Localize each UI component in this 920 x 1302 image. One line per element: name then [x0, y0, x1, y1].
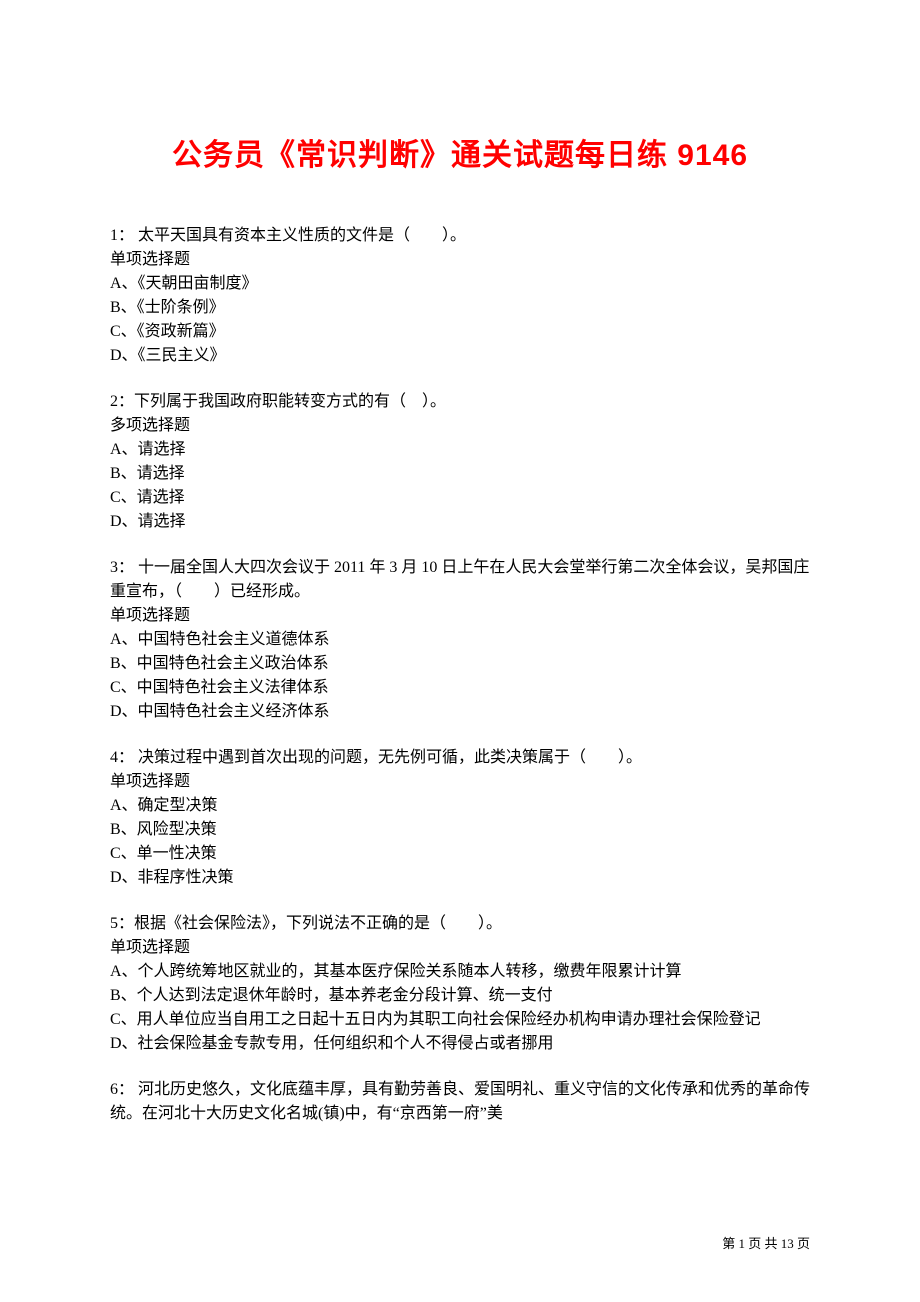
question-block: 1： 太平天国具有资本主义性质的文件是（ ）。 单项选择题 A、《天朝田亩制度》… [110, 224, 810, 368]
option-a: A、个人跨统筹地区就业的，其基本医疗保险关系随本人转移，缴费年限累计计算 [110, 960, 810, 984]
question-prompt: 2：下列属于我国政府职能转变方式的有（ ）。 [110, 390, 810, 414]
question-block: 5：根据《社会保险法》，下列说法不正确的是（ ）。 单项选择题 A、个人跨统筹地… [110, 912, 810, 1056]
option-c: C、《资政新篇》 [110, 320, 810, 344]
option-b: B、中国特色社会主义政治体系 [110, 652, 810, 676]
option-a: A、确定型决策 [110, 794, 810, 818]
question-type: 单项选择题 [110, 248, 810, 272]
page-footer: 第 1 页 共 13 页 [722, 1233, 810, 1252]
question-type: 多项选择题 [110, 414, 810, 438]
question-block: 3： 十一届全国人大四次会议于 2011 年 3 月 10 日上午在人民大会堂举… [110, 556, 810, 724]
option-d: D、请选择 [110, 510, 810, 534]
option-a: A、中国特色社会主义道德体系 [110, 628, 810, 652]
question-prompt: 4： 决策过程中遇到首次出现的问题，无先例可循，此类决策属于（ ）。 [110, 746, 810, 770]
question-type: 单项选择题 [110, 604, 810, 628]
question-block: 2：下列属于我国政府职能转变方式的有（ ）。 多项选择题 A、请选择 B、请选择… [110, 390, 810, 534]
footer-prefix: 第 [722, 1236, 738, 1251]
total-pages: 13 [781, 1236, 794, 1251]
option-d: D、《三民主义》 [110, 344, 810, 368]
option-b: B、请选择 [110, 462, 810, 486]
option-d: D、中国特色社会主义经济体系 [110, 700, 810, 724]
question-type: 单项选择题 [110, 770, 810, 794]
question-prompt: 1： 太平天国具有资本主义性质的文件是（ ）。 [110, 224, 810, 248]
option-b: B、个人达到法定退休年龄时，基本养老金分段计算、统一支付 [110, 984, 810, 1008]
option-a: A、请选择 [110, 438, 810, 462]
option-c: C、单一性决策 [110, 842, 810, 866]
option-c: C、中国特色社会主义法律体系 [110, 676, 810, 700]
option-d: D、非程序性决策 [110, 866, 810, 890]
option-c: C、用人单位应当自用工之日起十五日内为其职工向社会保险经办机构申请办理社会保险登… [110, 1008, 810, 1032]
footer-suffix: 页 [794, 1236, 810, 1251]
question-type: 单项选择题 [110, 936, 810, 960]
option-a: A、《天朝田亩制度》 [110, 272, 810, 296]
footer-middle: 页 共 [745, 1236, 781, 1251]
option-c: C、请选择 [110, 486, 810, 510]
document-page: 公务员《常识判断》通关试题每日练 9146 1： 太平天国具有资本主义性质的文件… [0, 0, 920, 1302]
question-prompt: 3： 十一届全国人大四次会议于 2011 年 3 月 10 日上午在人民大会堂举… [110, 556, 810, 604]
question-block: 6： 河北历史悠久，文化底蕴丰厚，具有勤劳善良、爱国明礼、重义守信的文化传承和优… [110, 1078, 810, 1126]
option-d: D、社会保险基金专款专用，任何组织和个人不得侵占或者挪用 [110, 1032, 810, 1056]
option-b: B、《士阶条例》 [110, 296, 810, 320]
question-prompt: 5：根据《社会保险法》，下列说法不正确的是（ ）。 [110, 912, 810, 936]
question-prompt: 6： 河北历史悠久，文化底蕴丰厚，具有勤劳善良、爱国明礼、重义守信的文化传承和优… [110, 1078, 810, 1126]
document-title: 公务员《常识判断》通关试题每日练 9146 [110, 130, 810, 174]
question-block: 4： 决策过程中遇到首次出现的问题，无先例可循，此类决策属于（ ）。 单项选择题… [110, 746, 810, 890]
option-b: B、风险型决策 [110, 818, 810, 842]
